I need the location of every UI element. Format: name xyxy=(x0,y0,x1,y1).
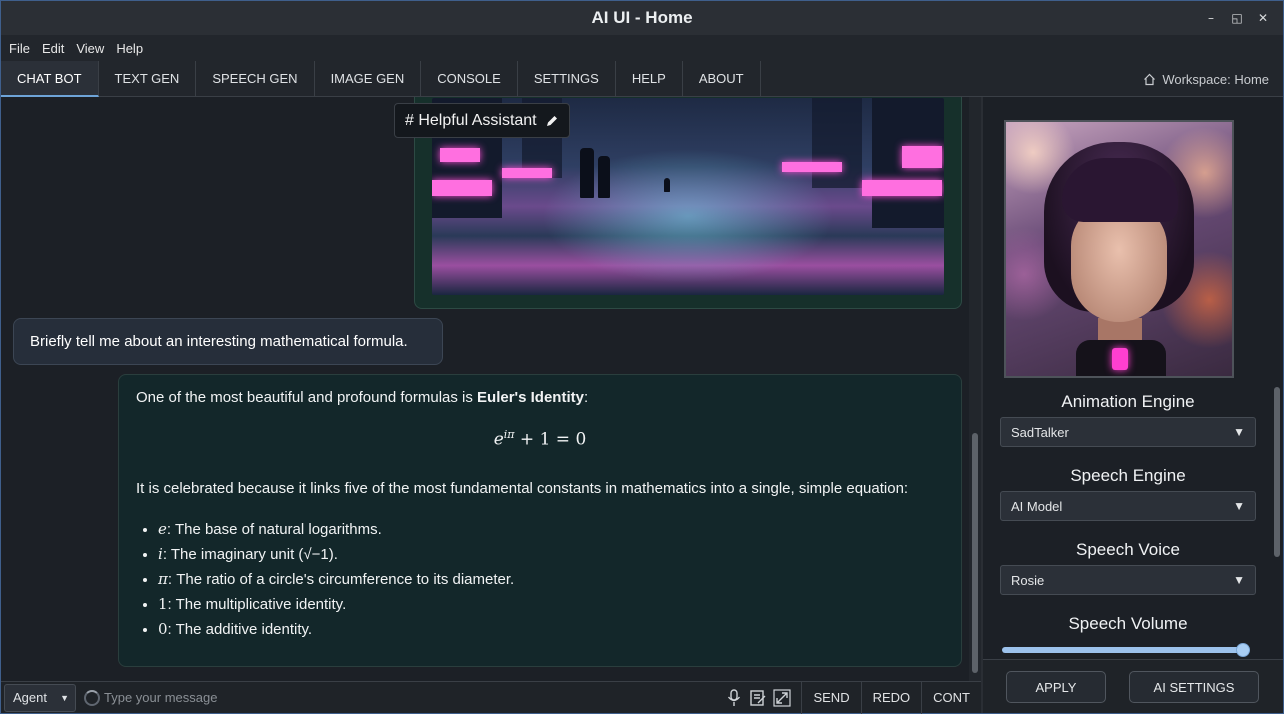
chevron-down-icon: ▼ xyxy=(1233,425,1245,439)
speech-volume-slider[interactable] xyxy=(1002,643,1250,657)
formula-base: e xyxy=(493,429,504,450)
persona-label: # Helpful Assistant xyxy=(405,111,537,129)
menu-help[interactable]: Help xyxy=(110,41,149,56)
constant-symbol: 0 xyxy=(158,619,168,638)
tab-console[interactable]: CONSOLE xyxy=(421,61,518,97)
tab-bar: CHAT BOT TEXT GEN SPEECH GEN IMAGE GEN C… xyxy=(1,61,1283,97)
title-bar: AI UI - Home – ◱ ✕ xyxy=(1,1,1283,35)
edit-note-icon[interactable] xyxy=(747,687,769,709)
menu-edit[interactable]: Edit xyxy=(36,41,70,56)
speech-voice-label: Speech Voice xyxy=(1076,540,1180,559)
list-item: 1: The multiplicative identity. xyxy=(158,592,944,617)
window-title: AI UI - Home xyxy=(591,8,693,27)
continue-button[interactable]: CONT xyxy=(921,681,981,714)
bot-intro: One of the most beautiful and profound f… xyxy=(136,389,944,406)
constant-desc: : The imaginary unit (√−1). xyxy=(162,545,338,563)
menu-bar: File Edit View Help xyxy=(1,35,1283,61)
constant-symbol: 1 xyxy=(158,594,168,613)
constant-desc: : The additive identity. xyxy=(167,620,313,638)
chat-area: # Helpful Assistant Briefly tell me abou… xyxy=(1,97,981,681)
list-item: e: The base of natural logarithms. xyxy=(158,517,944,542)
chevron-down-icon: ▼ xyxy=(60,692,69,703)
persona-selector[interactable]: # Helpful Assistant xyxy=(394,103,570,138)
intro-suffix: : xyxy=(583,389,589,406)
list-item: i: The imaginary unit (√−1). xyxy=(158,542,944,567)
tab-chat-bot[interactable]: CHAT BOT xyxy=(1,61,99,97)
right-panel: Animation Engine SadTalker ▼ Speech Engi… xyxy=(983,97,1283,657)
formula-rest: + 1 = 0 xyxy=(514,429,587,450)
workspace-indicator: Workspace: Home xyxy=(1143,61,1269,97)
home-icon xyxy=(1144,73,1156,85)
formula-exponent: iπ xyxy=(503,428,515,441)
speech-volume-handle[interactable] xyxy=(1235,643,1250,657)
tab-text-gen[interactable]: TEXT GEN xyxy=(99,61,197,97)
loading-spinner-icon xyxy=(84,689,100,706)
bot-message: One of the most beautiful and profound f… xyxy=(118,374,962,667)
speech-volume-label: Speech Volume xyxy=(1068,614,1188,633)
menu-file[interactable]: File xyxy=(3,41,36,56)
message-input[interactable] xyxy=(104,683,724,712)
tab-help[interactable]: HELP xyxy=(616,61,683,97)
minimize-button[interactable]: – xyxy=(1203,10,1219,26)
ai-settings-button[interactable]: AI SETTINGS xyxy=(1129,671,1259,703)
chat-scrollbar[interactable] xyxy=(969,97,981,681)
send-button[interactable]: SEND xyxy=(801,681,860,714)
constant-symbol: e xyxy=(158,519,167,538)
animation-engine-label: Animation Engine xyxy=(1061,392,1195,411)
microphone-icon[interactable] xyxy=(723,687,745,709)
chevron-down-icon: ▼ xyxy=(1233,573,1245,587)
constants-list: e: The base of natural logarithms. i: Th… xyxy=(136,517,944,642)
chat-scrollbar-thumb[interactable] xyxy=(972,433,978,673)
user-message: Briefly tell me about an interesting mat… xyxy=(13,318,443,365)
menu-view[interactable]: View xyxy=(70,41,110,56)
constant-desc: : The base of natural logarithms. xyxy=(166,520,382,538)
intro-bold: Euler's Identity xyxy=(477,389,584,406)
speech-engine-label: Speech Engine xyxy=(1070,466,1186,485)
animation-engine-select[interactable]: SadTalker ▼ xyxy=(1000,417,1256,447)
pencil-icon[interactable] xyxy=(545,114,559,128)
right-panel-scrollbar[interactable] xyxy=(1271,97,1283,657)
list-item: π: The ratio of a circle's circumference… xyxy=(158,567,944,592)
animation-engine-value: SadTalker xyxy=(1011,424,1069,440)
workspace-label: Workspace: Home xyxy=(1162,71,1269,87)
constant-desc: : The ratio of a circle's circumference … xyxy=(167,570,515,588)
speech-engine-select[interactable]: AI Model ▼ xyxy=(1000,491,1256,521)
intro-text: One of the most beautiful and profound f… xyxy=(136,389,478,406)
close-button[interactable]: ✕ xyxy=(1255,10,1271,26)
right-panel-actions: APPLY AI SETTINGS xyxy=(983,659,1283,713)
redo-button[interactable]: REDO xyxy=(860,681,922,714)
mode-value: Agent xyxy=(13,690,47,705)
expand-icon[interactable] xyxy=(771,687,793,709)
message-input-bar: Agent ▼ SEND REDO CONT xyxy=(1,681,981,714)
mode-select[interactable]: Agent ▼ xyxy=(4,683,76,712)
euler-formula: eiπ + 1 = 0 xyxy=(136,428,944,450)
list-item: 0: The additive identity. xyxy=(158,617,944,642)
app-window: AI UI - Home – ◱ ✕ File Edit View Help C… xyxy=(0,0,1284,714)
speech-voice-select[interactable]: Rosie ▼ xyxy=(1000,565,1256,595)
tab-settings[interactable]: SETTINGS xyxy=(518,61,616,97)
speech-voice-value: Rosie xyxy=(1011,572,1045,588)
tab-image-gen[interactable]: IMAGE GEN xyxy=(315,61,422,97)
constant-symbol: π xyxy=(158,569,168,588)
apply-button[interactable]: APPLY xyxy=(1006,671,1106,703)
chevron-down-icon: ▼ xyxy=(1233,499,1245,513)
avatar-portrait xyxy=(1004,120,1234,378)
bot-explanation: It is celebrated because it links five o… xyxy=(136,479,909,497)
constant-desc: : The multiplicative identity. xyxy=(167,595,347,613)
user-message-text: Briefly tell me about an interesting mat… xyxy=(30,333,408,350)
maximize-button[interactable]: ◱ xyxy=(1229,10,1245,26)
speech-engine-value: AI Model xyxy=(1011,498,1063,514)
tab-about[interactable]: ABOUT xyxy=(683,61,761,97)
right-panel-scrollbar-thumb[interactable] xyxy=(1274,387,1280,557)
tab-speech-gen[interactable]: SPEECH GEN xyxy=(196,61,315,97)
